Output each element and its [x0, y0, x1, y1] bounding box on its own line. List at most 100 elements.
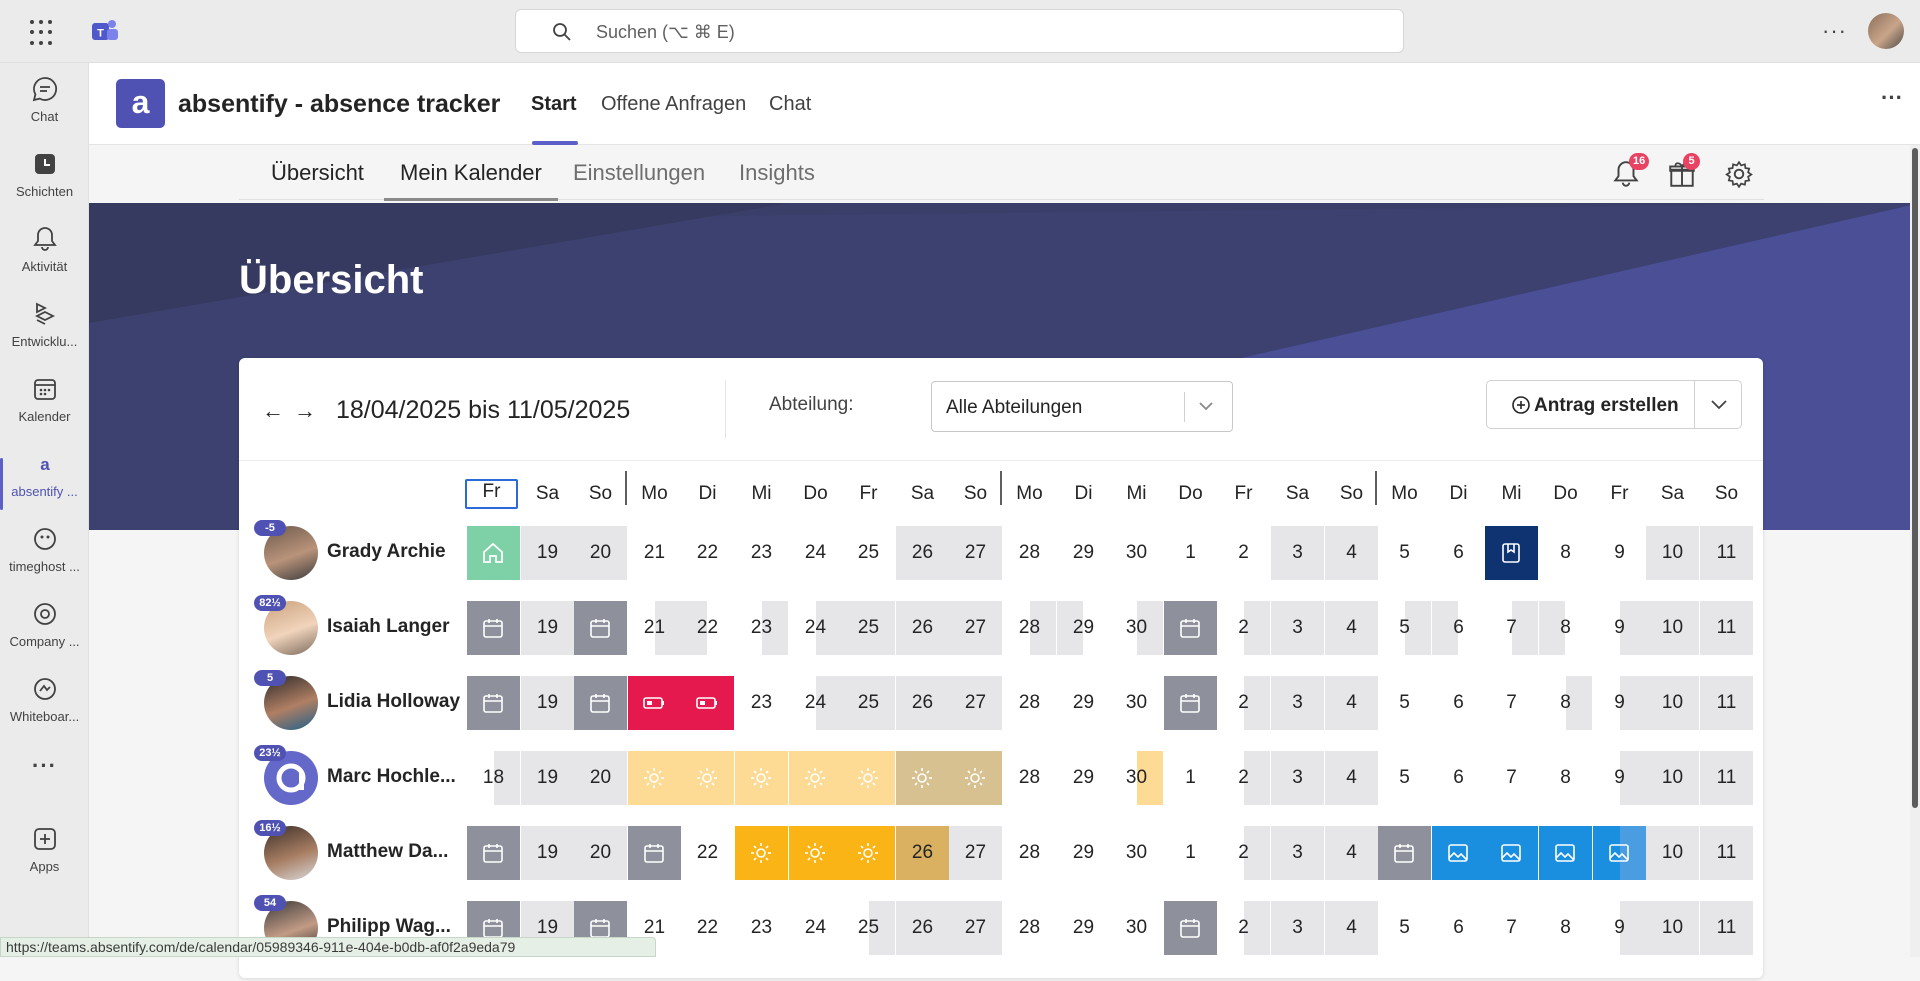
day-cell[interactable]: [949, 751, 1002, 805]
day-cell[interactable]: 24: [789, 901, 842, 955]
day-cell[interactable]: 10: [1646, 601, 1699, 655]
rail-item-activity[interactable]: Aktivität: [0, 225, 89, 295]
day-cell[interactable]: 30: [1110, 601, 1163, 655]
prev-period-arrow-icon[interactable]: ←: [262, 398, 284, 424]
day-cell[interactable]: 22: [681, 826, 734, 880]
subtab-insights[interactable]: Insights: [739, 160, 815, 186]
day-cell[interactable]: 21: [628, 601, 681, 655]
day-cell[interactable]: 11: [1700, 676, 1753, 730]
day-cell[interactable]: 5: [1378, 676, 1431, 730]
day-cell[interactable]: 27: [949, 676, 1002, 730]
day-cell[interactable]: [1485, 526, 1538, 580]
person-info[interactable]: -5 Grady Archie: [254, 520, 484, 580]
day-cell[interactable]: 23: [735, 526, 788, 580]
day-cell[interactable]: [467, 601, 520, 655]
day-cell[interactable]: 26: [896, 826, 949, 880]
day-cell[interactable]: 22: [681, 526, 734, 580]
day-cell[interactable]: [1378, 826, 1431, 880]
day-cell[interactable]: 21: [628, 526, 681, 580]
day-cell[interactable]: 4: [1325, 601, 1378, 655]
day-cell[interactable]: 9: [1593, 526, 1646, 580]
day-cell[interactable]: 11: [1700, 826, 1753, 880]
day-cell[interactable]: 27: [949, 601, 1002, 655]
day-cell[interactable]: [628, 826, 681, 880]
day-cell[interactable]: 8: [1539, 526, 1592, 580]
settings-button[interactable]: [1724, 159, 1754, 194]
day-cell[interactable]: 9: [1593, 901, 1646, 955]
day-cell[interactable]: 22: [681, 601, 734, 655]
day-cell[interactable]: 22: [681, 901, 734, 955]
more-apps-icon[interactable]: ···: [0, 753, 89, 823]
day-cell[interactable]: [467, 526, 520, 580]
rail-item-calendar[interactable]: Kalender: [0, 375, 89, 445]
day-cell[interactable]: 5: [1378, 601, 1431, 655]
day-cell[interactable]: 23: [735, 901, 788, 955]
day-cell[interactable]: [735, 826, 788, 880]
day-cell[interactable]: 11: [1700, 601, 1753, 655]
rail-item-whiteboard[interactable]: Whiteboar...: [0, 675, 89, 745]
rail-item-apps[interactable]: Apps: [0, 825, 89, 895]
day-cell[interactable]: 3: [1271, 826, 1324, 880]
day-cell[interactable]: [789, 751, 842, 805]
day-cell[interactable]: 7: [1485, 751, 1538, 805]
day-cell[interactable]: 10: [1646, 901, 1699, 955]
person-info[interactable]: 82½ Isaiah Langer: [254, 595, 484, 655]
day-cell[interactable]: [467, 826, 520, 880]
day-cell[interactable]: 29: [1057, 901, 1110, 955]
day-cell[interactable]: 9: [1593, 601, 1646, 655]
day-cell[interactable]: 2: [1217, 826, 1270, 880]
day-cell[interactable]: 3: [1271, 901, 1324, 955]
day-cell[interactable]: 29: [1057, 676, 1110, 730]
day-cell[interactable]: 30: [1110, 901, 1163, 955]
day-cell[interactable]: 23: [735, 601, 788, 655]
day-cell[interactable]: 5: [1378, 751, 1431, 805]
day-cell[interactable]: 25: [842, 901, 895, 955]
day-cell[interactable]: 24: [789, 526, 842, 580]
day-cell[interactable]: 7: [1485, 676, 1538, 730]
day-cell[interactable]: 4: [1325, 676, 1378, 730]
day-cell[interactable]: 9: [1593, 751, 1646, 805]
day-cell[interactable]: 29: [1057, 826, 1110, 880]
day-cell[interactable]: 28: [1003, 826, 1056, 880]
day-cell[interactable]: 29: [1057, 526, 1110, 580]
day-cell[interactable]: 25: [842, 676, 895, 730]
day-cell[interactable]: 30: [1110, 526, 1163, 580]
day-cell[interactable]: 26: [896, 901, 949, 955]
day-cell[interactable]: 28: [1003, 601, 1056, 655]
next-period-arrow-icon[interactable]: →: [294, 398, 316, 424]
day-cell[interactable]: 4: [1325, 826, 1378, 880]
create-request-dropdown[interactable]: [1695, 381, 1741, 428]
day-cell[interactable]: 25: [842, 526, 895, 580]
more-options-icon[interactable]: ···: [1822, 18, 1847, 44]
day-cell[interactable]: 29: [1057, 751, 1110, 805]
day-cell[interactable]: 30: [1110, 826, 1163, 880]
rail-item-absentify[interactable]: a absentify ...: [0, 450, 89, 520]
day-cell[interactable]: 18: [467, 751, 520, 805]
day-cell[interactable]: [1164, 901, 1217, 955]
rail-item-shifts[interactable]: Schichten: [0, 150, 89, 220]
day-cell[interactable]: [574, 676, 627, 730]
day-cell[interactable]: 3: [1271, 526, 1324, 580]
day-cell[interactable]: 11: [1700, 901, 1753, 955]
day-cell[interactable]: 10: [1646, 526, 1699, 580]
day-cell[interactable]: 1: [1164, 826, 1217, 880]
day-cell[interactable]: [1593, 826, 1646, 880]
subtab-settings[interactable]: Einstellungen: [573, 160, 705, 186]
day-cell[interactable]: [681, 751, 734, 805]
person-info[interactable]: 16½ Matthew Da...: [254, 820, 484, 880]
day-cell[interactable]: 2: [1217, 601, 1270, 655]
day-cell[interactable]: 4: [1325, 901, 1378, 955]
day-cell[interactable]: 1: [1164, 751, 1217, 805]
day-cell[interactable]: 1: [1164, 526, 1217, 580]
day-cell[interactable]: 3: [1271, 601, 1324, 655]
day-cell[interactable]: 10: [1646, 826, 1699, 880]
day-cell[interactable]: 19: [521, 601, 574, 655]
day-cell[interactable]: 28: [1003, 751, 1056, 805]
day-cell[interactable]: 11: [1700, 526, 1753, 580]
day-cell[interactable]: 19: [521, 526, 574, 580]
person-info[interactable]: 5 Lidia Holloway: [254, 670, 484, 730]
day-cell[interactable]: 2: [1217, 676, 1270, 730]
day-cell[interactable]: [681, 676, 734, 730]
day-cell[interactable]: [574, 601, 627, 655]
day-cell[interactable]: 23: [735, 676, 788, 730]
